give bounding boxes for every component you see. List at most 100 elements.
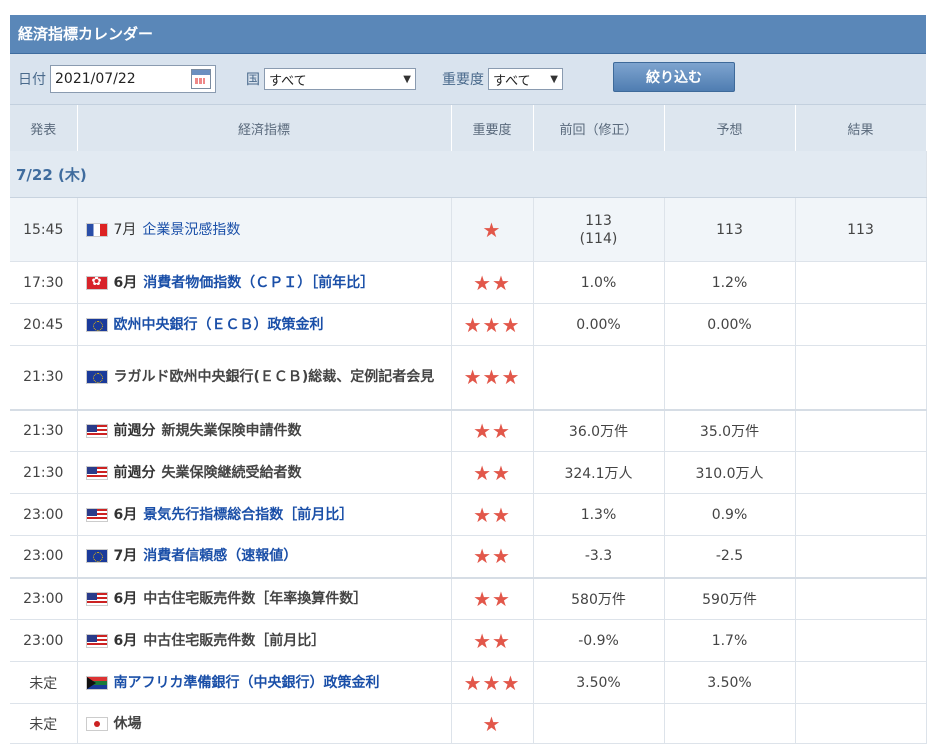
importance-stars: ★★★: [463, 312, 521, 337]
table-row: 17:306月消費者物価指数（ＣＰＩ）［前年比］★★1.0%1.2%: [10, 261, 927, 304]
release-time: 15:45: [10, 197, 78, 262]
importance-cell: ★★★: [451, 661, 534, 704]
importance-cell: ★★: [451, 576, 534, 620]
chevron-down-icon: ▼: [550, 73, 558, 85]
col-header-importance: 重要度: [451, 105, 534, 151]
flag-us-icon: [85, 507, 108, 522]
previous-value-text: -0.9%: [578, 632, 619, 649]
indicator-cell[interactable]: 6月消費者物価指数（ＣＰＩ）［前年比］: [77, 261, 452, 304]
previous-value: [533, 703, 665, 744]
indicator-name: 休場: [113, 715, 142, 732]
table-row: 21:30 ラガルド欧州中央銀行(ＥＣＢ)総裁、定例記者会見 ★★★: [10, 345, 927, 410]
indicator-period: 7月: [113, 548, 138, 565]
indicator-cell[interactable]: 南アフリカ準備銀行（中央銀行）政策金利: [77, 661, 452, 704]
table-row: 未定 休場 ★: [10, 703, 927, 744]
indicator-cell[interactable]: 6月 景気先行指標総合指数［前月比］: [77, 493, 452, 536]
previous-value: 1.3%: [533, 493, 665, 536]
previous-value-text: 36.0万件: [568, 423, 629, 440]
col-header-indicator: 経済指標: [77, 105, 452, 151]
indicator-period: 6月: [113, 274, 138, 291]
date-group-label: 7/22 (木): [10, 151, 927, 198]
release-time: 未定: [10, 661, 78, 704]
result-value: [795, 345, 927, 410]
previous-value: 3.50%: [533, 661, 665, 704]
indicator-cell: 前週分 新規失業保険申請件数: [77, 408, 452, 452]
result-value: [795, 661, 927, 704]
flag-us-icon: [85, 633, 108, 648]
result-value: [795, 261, 927, 304]
indicator-name: ラガルド欧州中央銀行(ＥＣＢ)総裁、定例記者会見: [113, 369, 435, 386]
forecast-value: [664, 345, 796, 410]
importance-cell: ★★★: [451, 303, 534, 346]
indicator-cell: ラガルド欧州中央銀行(ＥＣＢ)総裁、定例記者会見: [77, 345, 452, 410]
release-time: 17:30: [10, 261, 78, 304]
indicator-link[interactable]: 消費者物価指数（ＣＰＩ）［前年比］: [143, 275, 374, 291]
importance-stars: ★★: [473, 460, 511, 485]
release-time: 21:30: [10, 345, 78, 410]
forecast-value: 1.2%: [664, 261, 796, 304]
indicator-link[interactable]: 景気先行指標総合指数［前月比］: [143, 507, 353, 523]
indicator-link[interactable]: 南アフリカ準備銀行（中央銀行）政策金利: [114, 675, 380, 691]
indicator-table: 発表 経済指標 重要度 前回（修正） 予想 結果 7/22 (木) 15:45 7…: [10, 105, 927, 744]
result-value: [795, 619, 927, 662]
table-row: 23:00 6月 中古住宅販売件数［前月比］ ★★ -0.9% 1.7%: [10, 619, 927, 662]
importance-stars: ★: [482, 711, 502, 736]
flag-jp-icon: [85, 716, 108, 731]
indicator-link[interactable]: 企業景況感指数: [142, 222, 240, 238]
indicator-cell[interactable]: 7月 企業景況感指数: [77, 197, 452, 262]
importance-stars: ★★: [473, 270, 511, 295]
flag-eu-icon: [85, 370, 108, 385]
importance-cell: ★★: [451, 493, 534, 536]
forecast-value: -2.5: [664, 535, 796, 578]
indicator-period: 前週分: [113, 464, 156, 481]
indicator-name: 失業保険継続受給者数: [161, 464, 302, 481]
indicator-period: 6月: [113, 590, 138, 607]
forecast-value: 0.00%: [664, 303, 796, 346]
previous-value: -0.9%: [533, 619, 665, 662]
country-select-value: すべて: [269, 73, 307, 89]
calendar-icon[interactable]: [191, 69, 211, 89]
table-row: 21:30 前週分 新規失業保険申請件数 ★★ 36.0万件 35.0万件: [10, 408, 927, 452]
previous-value-text: 1.3%: [580, 506, 617, 523]
flag-us-icon: [85, 465, 108, 480]
previous-revised-value: (114): [579, 230, 618, 247]
forecast-value: 1.7%: [664, 619, 796, 662]
result-value: [795, 576, 927, 620]
importance-select-value: すべて: [493, 73, 531, 89]
importance-select[interactable]: すべて ▼: [488, 68, 563, 90]
indicator-period: 前週分: [113, 422, 156, 439]
importance-cell: ★★: [451, 261, 534, 304]
previous-value-text: 580万件: [571, 591, 626, 608]
date-value: 2021/07/22: [55, 71, 136, 87]
indicator-link[interactable]: 消費者信頼感（速報値）: [143, 548, 297, 564]
flag-hk-icon: [85, 275, 108, 290]
release-time: 23:00: [10, 619, 78, 662]
previous-value: 1.0%: [533, 261, 665, 304]
result-value: [795, 451, 927, 494]
col-header-time: 発表: [10, 105, 78, 151]
chevron-down-icon: ▼: [403, 73, 411, 85]
previous-value: [533, 345, 665, 410]
previous-value: 324.1万人: [533, 451, 665, 494]
previous-value: 36.0万件: [533, 408, 665, 452]
indicator-cell: 6月 中古住宅販売件数［年率換算件数］: [77, 576, 452, 620]
forecast-value: 3.50%: [664, 661, 796, 704]
indicator-name: 中古住宅販売件数［前月比］: [143, 632, 326, 649]
filter-submit-button[interactable]: 絞り込む: [613, 62, 735, 92]
importance-cell: ★: [451, 703, 534, 744]
previous-value: 0.00%: [533, 303, 665, 346]
importance-cell: ★★: [451, 619, 534, 662]
release-time: 20:45: [10, 303, 78, 346]
date-input[interactable]: 2021/07/22: [50, 65, 216, 93]
table-row: 23:00 6月 景気先行指標総合指数［前月比］ ★★ 1.3% 0.9%: [10, 493, 927, 536]
forecast-value: 310.0万人: [664, 451, 796, 494]
previous-value: -3.3: [533, 535, 665, 578]
table-row: 20:45 欧州中央銀行（ＥＣＢ）政策金利 ★★★ 0.00% 0.00%: [10, 303, 927, 346]
table-row: 21:30 前週分 失業保険継続受給者数 ★★ 324.1万人 310.0万人: [10, 451, 927, 494]
country-select[interactable]: すべて ▼: [264, 68, 416, 90]
indicator-name: 中古住宅販売件数［年率換算件数］: [143, 590, 368, 607]
indicator-link[interactable]: 欧州中央銀行（ＥＣＢ）政策金利: [114, 317, 324, 333]
col-header-previous: 前回（修正）: [533, 105, 665, 151]
indicator-cell[interactable]: 7月 消費者信頼感（速報値）: [77, 535, 452, 578]
indicator-cell[interactable]: 欧州中央銀行（ＥＣＢ）政策金利: [77, 303, 452, 346]
